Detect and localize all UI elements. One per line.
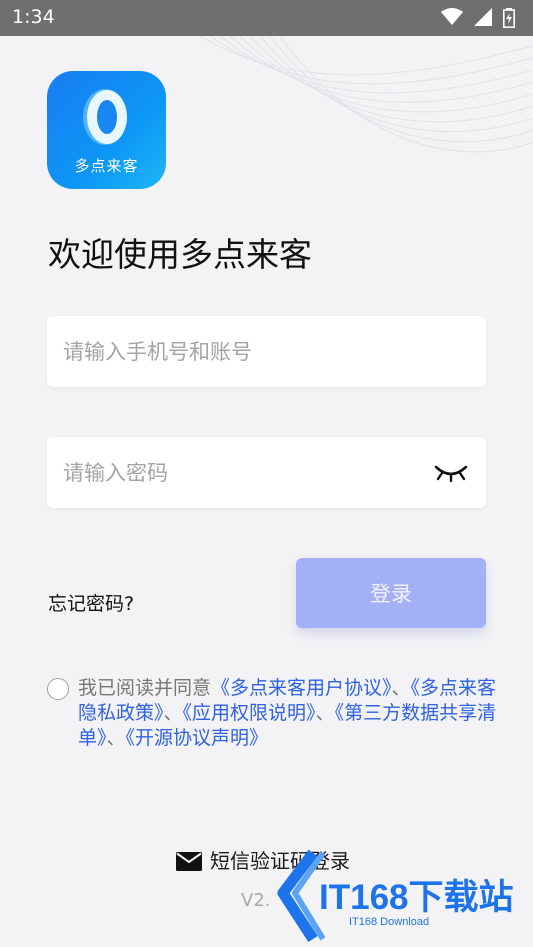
status-icons bbox=[435, 8, 515, 28]
logo-mark-icon bbox=[83, 89, 127, 145]
account-input[interactable] bbox=[63, 316, 423, 387]
user-agreement-link[interactable]: 《多点来客用户协议》 bbox=[211, 677, 392, 699]
app-logo: 多点来客 bbox=[47, 71, 166, 189]
forgot-password-link[interactable]: 忘记密码? bbox=[48, 589, 134, 616]
watermark-subtext: IT168 Download bbox=[349, 916, 430, 928]
eye-closed-icon[interactable] bbox=[434, 461, 468, 483]
watermark-logo-icon bbox=[277, 849, 325, 943]
agreement-separator: 、 bbox=[391, 677, 411, 699]
login-button[interactable]: 登录 bbox=[296, 558, 486, 628]
permissions-link[interactable]: 《应用权限说明》 bbox=[183, 702, 316, 724]
password-input[interactable] bbox=[63, 437, 423, 508]
account-field bbox=[47, 316, 486, 387]
agreement-prefix: 我已阅读并同意 bbox=[78, 677, 212, 699]
password-field bbox=[47, 437, 486, 508]
watermark: IT168下载站 IT168 Download bbox=[265, 847, 533, 947]
signal-icon bbox=[473, 8, 492, 26]
status-time: 1:34 bbox=[12, 6, 55, 28]
agreement-separator: 、 bbox=[163, 702, 183, 724]
wifi-icon bbox=[440, 8, 463, 25]
agreement-separator: 、 bbox=[315, 702, 335, 724]
open-source-link[interactable]: 《开源协议声明》 bbox=[126, 727, 269, 749]
battery-charging-icon bbox=[503, 8, 515, 28]
mail-icon bbox=[176, 852, 202, 871]
page-title: 欢迎使用多点来客 bbox=[48, 235, 312, 274]
status-bar: 1:34 bbox=[0, 0, 533, 36]
watermark-text: IT168下载站 bbox=[319, 878, 514, 917]
agreement-checkbox[interactable] bbox=[47, 678, 69, 700]
app-logo-label: 多点来客 bbox=[74, 157, 139, 175]
agreement-separator: 、 bbox=[106, 727, 126, 749]
agreement-text: 我已阅读并同意《多点来客用户协议》、《多点来客隐私政策》、《应用权限说明》、《第… bbox=[78, 676, 498, 751]
